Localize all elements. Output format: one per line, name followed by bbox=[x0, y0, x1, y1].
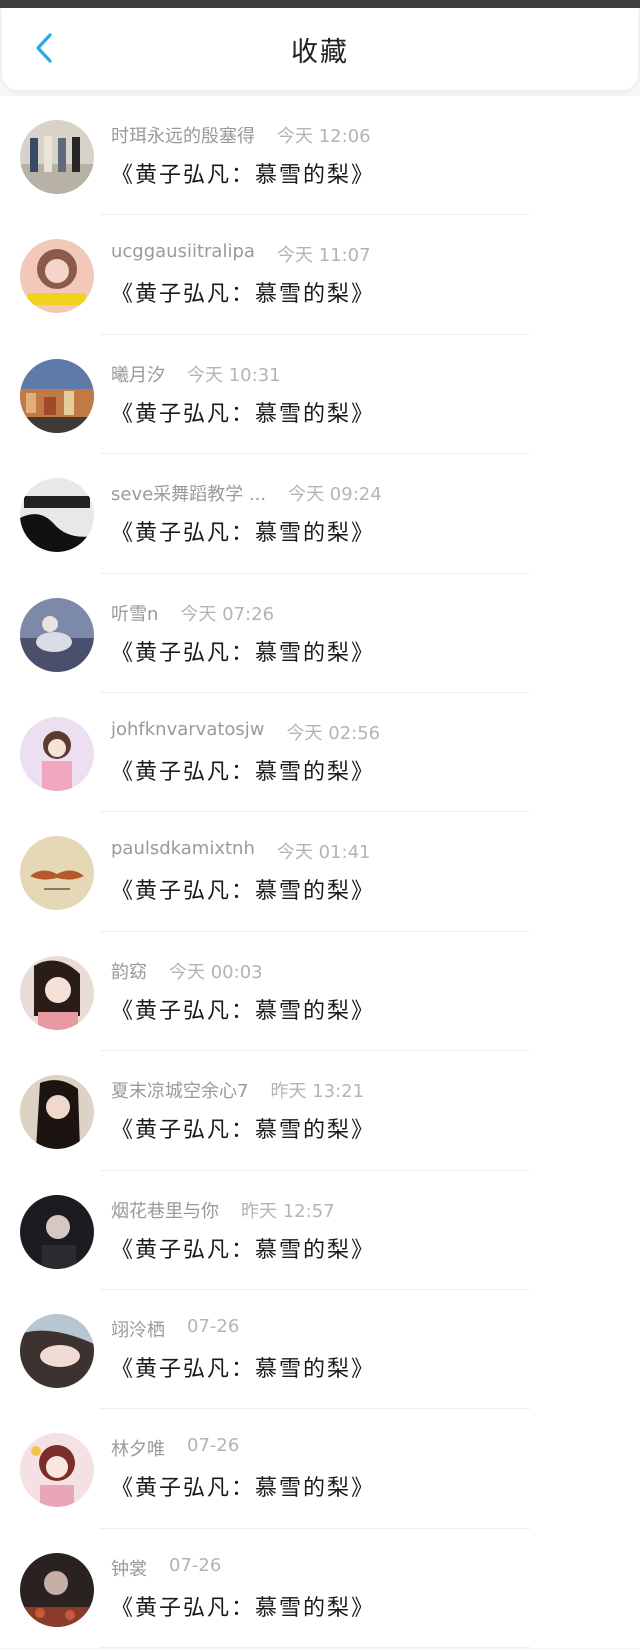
work-title[interactable]: 《黄子弘凡：慕雪的梨》 bbox=[111, 1112, 375, 1144]
avatar[interactable] bbox=[20, 358, 94, 433]
work-title[interactable]: 《黄子弘凡：慕雪的梨》 bbox=[111, 873, 375, 905]
user-name[interactable]: 烟花巷里与你 bbox=[111, 1197, 219, 1223]
avatar[interactable] bbox=[20, 1552, 94, 1627]
list-item[interactable]: ucggausiitralipa 今天 11:07 《黄子弘凡：慕雪的梨》 bbox=[0, 215, 640, 336]
work-title[interactable]: 《黄子弘凡：慕雪的梨》 bbox=[111, 1470, 375, 1502]
timestamp: 今天 02:56 bbox=[286, 722, 381, 744]
timestamp: 昨天 13:21 bbox=[270, 1081, 365, 1103]
timestamp: 07-26 bbox=[169, 1554, 222, 1576]
work-title[interactable]: 《黄子弘凡：慕雪的梨》 bbox=[111, 754, 375, 786]
user-name[interactable]: 韵窈 bbox=[111, 958, 147, 984]
list-item[interactable]: 曦月汐 今天 10:31 《黄子弘凡：慕雪的梨》 bbox=[0, 335, 640, 455]
timestamp: 今天 11:07 bbox=[276, 245, 371, 267]
user-name[interactable]: ucggausiitralipa bbox=[111, 241, 255, 267]
list-item[interactable]: seve采舞蹈教学 ... 今天 09:24 《黄子弘凡：慕雪的梨》 bbox=[0, 454, 640, 574]
avatar[interactable] bbox=[20, 1075, 94, 1150]
user-name[interactable]: 夏末凉城空余心7 bbox=[111, 1077, 248, 1103]
list-item[interactable]: 时珥永远的殷塞得 今天 12:06 《黄子弘凡：慕雪的梨》 bbox=[0, 96, 640, 216]
list-item[interactable]: 韵窈 今天 00:03 《黄子弘凡：慕雪的梨》 bbox=[0, 932, 640, 1052]
avatar[interactable] bbox=[20, 478, 94, 553]
top-bar: 收藏 bbox=[2, 8, 638, 90]
list-item[interactable]: paulsdkamixtnh 今天 01:41 《黄子弘凡：慕雪的梨》 bbox=[0, 812, 640, 933]
avatar[interactable] bbox=[20, 120, 94, 194]
user-name[interactable]: seve采舞蹈教学 ... bbox=[111, 480, 266, 506]
list-item[interactable]: johfknvarvatosjw 今天 02:56 《黄子弘凡：慕雪的梨》 bbox=[0, 693, 640, 813]
timestamp: 07-26 bbox=[187, 1315, 240, 1337]
work-title[interactable]: 《黄子弘凡：慕雪的梨》 bbox=[111, 396, 375, 428]
work-title[interactable]: 《黄子弘凡：慕雪的梨》 bbox=[111, 1590, 375, 1622]
favorites-list: 时珥永远的殷塞得 今天 12:06 《黄子弘凡：慕雪的梨》 ucggausiitr… bbox=[0, 96, 640, 1649]
timestamp: 今天 12:06 bbox=[277, 126, 371, 147]
status-strip bbox=[0, 0, 640, 8]
user-name[interactable]: 钟裳 bbox=[111, 1555, 147, 1581]
user-name[interactable]: 时珥永远的殷塞得 bbox=[111, 122, 255, 148]
avatar[interactable] bbox=[20, 597, 94, 672]
list-item[interactable]: 夏末凉城空余心7 昨天 13:21 《黄子弘凡：慕雪的梨》 bbox=[0, 1051, 640, 1171]
avatar[interactable] bbox=[20, 239, 94, 314]
work-title[interactable]: 《黄子弘凡：慕雪的梨》 bbox=[111, 157, 375, 189]
avatar[interactable] bbox=[20, 1433, 94, 1508]
list-item[interactable]: 林夕唯 07-26 《黄子弘凡：慕雪的梨》 bbox=[0, 1409, 640, 1530]
avatar[interactable] bbox=[20, 836, 94, 911]
timestamp: 今天 10:31 bbox=[187, 364, 281, 386]
user-name[interactable]: 林夕唯 bbox=[111, 1435, 165, 1461]
timestamp: 07-26 bbox=[187, 1435, 240, 1457]
work-title[interactable]: 《黄子弘凡：慕雪的梨》 bbox=[111, 1351, 375, 1383]
user-name[interactable]: johfknvarvatosjw bbox=[111, 719, 265, 745]
list-item[interactable]: 翊泠栖 07-26 《黄子弘凡：慕雪的梨》 bbox=[0, 1290, 640, 1410]
timestamp: 今天 00:03 bbox=[169, 961, 263, 983]
user-name[interactable]: 翊泠栖 bbox=[111, 1316, 165, 1342]
work-title[interactable]: 《黄子弘凡：慕雪的梨》 bbox=[111, 515, 375, 547]
list-item[interactable]: 烟花巷里与你 昨天 12:57 《黄子弘凡：慕雪的梨》 bbox=[0, 1171, 640, 1291]
avatar[interactable] bbox=[20, 955, 94, 1030]
avatar[interactable] bbox=[20, 716, 94, 791]
timestamp: 今天 09:24 bbox=[288, 484, 382, 506]
timestamp: 今天 01:41 bbox=[276, 842, 371, 864]
user-name[interactable]: 曦月汐 bbox=[111, 361, 165, 387]
user-name[interactable]: 听雪n bbox=[111, 600, 158, 626]
list-item[interactable]: 钟裳 07-26 《黄子弘凡：慕雪的梨》 bbox=[0, 1529, 640, 1649]
work-title[interactable]: 《黄子弘凡：慕雪的梨》 bbox=[111, 993, 375, 1025]
timestamp: 今天 07:26 bbox=[180, 603, 275, 625]
work-title[interactable]: 《黄子弘凡：慕雪的梨》 bbox=[111, 276, 375, 308]
user-name[interactable]: paulsdkamixtnh bbox=[111, 838, 255, 864]
work-title[interactable]: 《黄子弘凡：慕雪的梨》 bbox=[111, 635, 375, 667]
avatar[interactable] bbox=[20, 1194, 94, 1269]
page-title: 收藏 bbox=[291, 36, 349, 68]
avatar[interactable] bbox=[20, 1313, 94, 1388]
list-item[interactable]: 听雪n 今天 07:26 《黄子弘凡：慕雪的梨》 bbox=[0, 574, 640, 694]
work-title[interactable]: 《黄子弘凡：慕雪的梨》 bbox=[111, 1232, 375, 1264]
timestamp: 昨天 12:57 bbox=[241, 1200, 335, 1222]
